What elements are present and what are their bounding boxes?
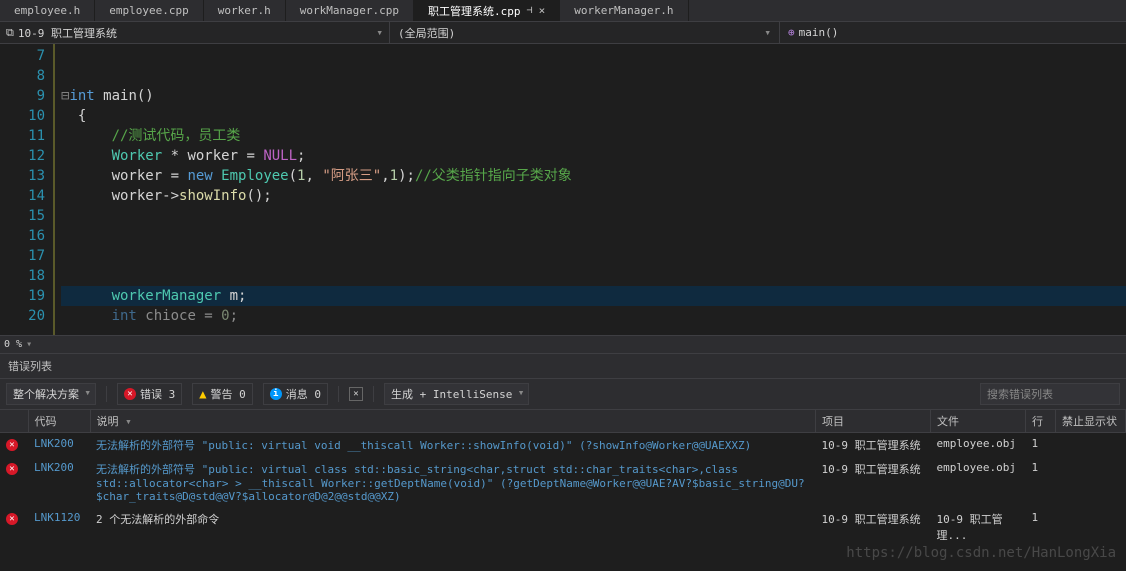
warnings-button[interactable]: ▲ 警告 0 [192,383,252,405]
tab-workmanager-cpp[interactable]: workManager.cpp [286,0,414,21]
code-content[interactable]: ⊟int main() { //测试代码，员工类 Worker * worker… [55,44,1126,335]
col-suppress[interactable]: 禁止显示状 [1056,410,1126,433]
col-line[interactable]: 行 [1026,410,1056,433]
error-icon: ✕ [6,463,18,475]
error-list-header[interactable]: 错误列表 [0,353,1126,379]
tab-workermanager-h[interactable]: workerManager.h [560,0,688,21]
nav-function-dropdown[interactable]: ⊕ main() [780,22,846,43]
col-project[interactable]: 项目 [816,410,931,433]
info-icon: i [270,388,282,400]
tab-employee-cpp[interactable]: employee.cpp [95,0,203,21]
close-icon[interactable]: × [539,4,546,17]
errors-button[interactable]: ✕ 错误 3 [117,383,182,405]
col-desc[interactable]: 说明 ▾ [90,410,816,433]
error-icon: ✕ [6,439,18,451]
tab-employee-h[interactable]: employee.h [0,0,95,21]
error-list-toolbar: 整个解决方案 ✕ 错误 3 ▲ 警告 0 i 消息 0 ✕ 生成 + Intel… [0,379,1126,410]
line-gutter: 7 8 9 10 11 12 13 14 15 16 17 18 19 20 [0,44,55,335]
warning-icon: ▲ [199,387,206,401]
error-search-input[interactable]: 搜索错误列表 [980,383,1120,405]
nav-project-dropdown[interactable]: ⧉ 10-9 职工管理系统 ▾ [0,22,390,43]
col-file[interactable]: 文件 [931,410,1026,433]
cpp-icon: ⧉ [6,26,14,40]
zoom-bar: 0 % ▾ [0,335,1126,353]
solution-dropdown[interactable]: 整个解决方案 [6,383,96,405]
code-editor[interactable]: 7 8 9 10 11 12 13 14 15 16 17 18 19 20 ⊟… [0,44,1126,335]
navigation-bar: ⧉ 10-9 职工管理系统 ▾ (全局范围) ▾ ⊕ main() [0,22,1126,44]
clear-button[interactable]: ✕ [349,387,363,401]
nav-scope-dropdown[interactable]: (全局范围) ▾ [390,22,780,43]
tab-bar: employee.h employee.cpp worker.h workMan… [0,0,1126,22]
function-icon: ⊕ [788,26,795,39]
col-code[interactable]: 代码 [28,410,90,433]
error-icon: ✕ [124,388,136,400]
watermark: https://blog.csdn.net/HanLongXia [846,545,1116,561]
chevron-down-icon[interactable]: ▾ [26,339,32,350]
tab-worker-h[interactable]: worker.h [204,0,286,21]
error-table: 代码 说明 ▾ 项目 文件 行 禁止显示状 ✕ LNK200 无法解析的外部符号… [0,410,1126,547]
messages-button[interactable]: i 消息 0 [263,383,328,405]
build-intellisense-dropdown[interactable]: 生成 + IntelliSense [384,383,529,405]
error-icon: ✕ [6,513,18,525]
tab-main-cpp[interactable]: 职工管理系统.cpp ⊣ × [414,0,560,21]
error-row[interactable]: ✕ LNK1120 2 个无法解析的外部命令 10-9 职工管理系统 10-9 … [0,507,1126,547]
zoom-level[interactable]: 0 % [4,339,22,350]
error-row[interactable]: ✕ LNK200 无法解析的外部符号 "public: virtual clas… [0,457,1126,507]
error-row[interactable]: ✕ LNK200 无法解析的外部符号 "public: virtual void… [0,433,1126,458]
pin-icon[interactable]: ⊣ [527,5,533,16]
